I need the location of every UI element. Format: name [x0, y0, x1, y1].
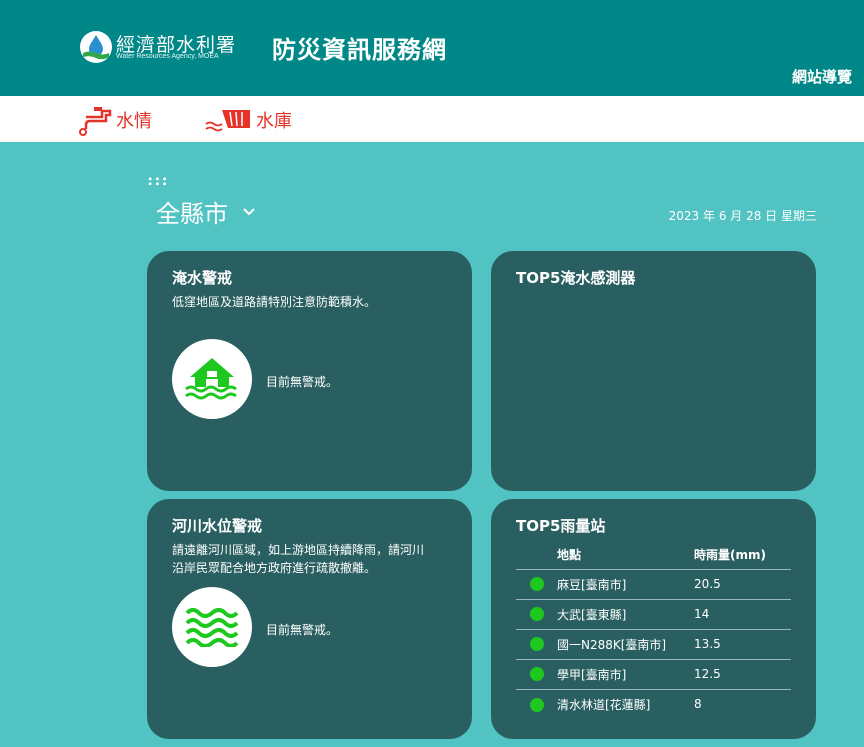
card-description-line: 沿岸民眾配合地方政府進行疏散撤離。 [172, 561, 377, 575]
water-resources-logo-icon[interactable] [78, 30, 114, 64]
card-title: TOP5淹水感測器 [516, 269, 636, 287]
dam-icon [205, 110, 250, 132]
status-dot-icon [530, 577, 544, 592]
nav-item-reservoir[interactable]: 水庫 [204, 104, 292, 136]
rain-stations-card: TOP5雨量站 地點 時雨量(mm) 麻豆[臺南市] 20.5 大武[臺東縣] … [491, 499, 816, 739]
waves-icon [185, 608, 239, 647]
location-cell: 國一N288K[臺南市] [557, 629, 694, 660]
location-cell: 大武[臺東縣] [557, 599, 694, 630]
rainfall-cell: 8 [694, 697, 702, 712]
flooded-house-icon [185, 358, 237, 400]
table-row[interactable]: 清水林道[花蓮縣] 8 [516, 689, 791, 719]
county-select-value: 全縣市 [156, 200, 228, 228]
status-cell [516, 629, 557, 660]
nav-item-water-status[interactable]: 水情 [76, 104, 152, 136]
card-description: 低窪地區及道路請特別注意防範積水。 [172, 295, 377, 309]
river-warning-card: 河川水位警戒 請遠離河川區域，如上游地區持續降雨，請河川 沿岸民眾配合地方政府進… [147, 499, 472, 739]
table-row[interactable]: 大武[臺東縣] 14 [516, 599, 791, 630]
status-cell [516, 599, 557, 630]
site-header: 經濟部水利署 Water Resources Agency, MOEA 防災資訊… [0, 0, 864, 96]
location-column-header: 地點 [557, 541, 694, 570]
location-cell: 麻豆[臺南市] [557, 569, 694, 600]
status-cell [516, 659, 557, 690]
card-title: 淹水警戒 [172, 269, 233, 287]
rainfall-cell: 14 [694, 599, 791, 630]
status-dot-icon [530, 607, 544, 622]
status-dot-icon [530, 697, 544, 712]
agency-english-name: Water Resources Agency, MOEA [116, 53, 219, 60]
status-dot-icon [530, 637, 544, 652]
icon-circle [172, 587, 252, 667]
rainfall-cell: 12.5 [694, 659, 791, 690]
current-date: 2023 年 6 月 28 日 星期三 [668, 209, 817, 223]
rainfall-column-header: 時雨量(mm) [694, 541, 791, 570]
flood-warning-card: 淹水警戒 低窪地區及道路請特別注意防範積水。 目前無警戒。 [147, 251, 472, 491]
table-row[interactable]: 學甲[臺南市] 12.5 [516, 659, 791, 690]
card-description: 請遠離河川區域，如上游地區持續降雨，請河川 沿岸民眾配合地方政府進行疏散撤離。 [172, 541, 424, 577]
status-cell [516, 689, 557, 719]
site-title[interactable]: 防災資訊服務網 [272, 30, 447, 65]
nav-label-water-status: 水情 [116, 111, 152, 132]
sitemap-link[interactable]: 網站導覽 [792, 66, 852, 87]
warning-status: 目前無警戒。 [266, 375, 339, 389]
chevron-down-icon [243, 207, 255, 215]
drag-handle-icon[interactable]: ∙∙∙ ∙∙∙ [147, 175, 168, 190]
faucet-icon [79, 107, 112, 136]
location-cell: 學甲[臺南市] [557, 659, 694, 690]
location-cell: 清水林道[花蓮縣] [557, 697, 651, 712]
status-column-header [516, 541, 557, 570]
card-description-line: 請遠離河川區域，如上游地區持續降雨，請河川 [172, 543, 425, 557]
flood-sensors-card: TOP5淹水感測器 [491, 251, 816, 491]
table-header-row: 地點 時雨量(mm) [516, 541, 791, 570]
warning-status: 目前無警戒。 [266, 623, 339, 637]
table-row[interactable]: 國一N288K[臺南市] 13.5 [516, 629, 791, 660]
table-row[interactable]: 麻豆[臺南市] 20.5 [516, 569, 791, 600]
card-title: TOP5雨量站 [516, 517, 606, 535]
main-nav: 水情 水庫 [0, 96, 864, 142]
icon-circle [172, 339, 252, 419]
rainfall-cell: 20.5 [694, 569, 791, 600]
rainfall-cell: 13.5 [694, 629, 791, 660]
status-dot-icon [530, 667, 544, 682]
rain-stations-table: 地點 時雨量(mm) 麻豆[臺南市] 20.5 大武[臺東縣] 14 國一N28… [516, 541, 791, 719]
card-title: 河川水位警戒 [172, 517, 263, 535]
county-select[interactable]: 全縣市 [156, 194, 256, 229]
status-cell [516, 569, 557, 600]
nav-label-reservoir: 水庫 [256, 111, 292, 132]
